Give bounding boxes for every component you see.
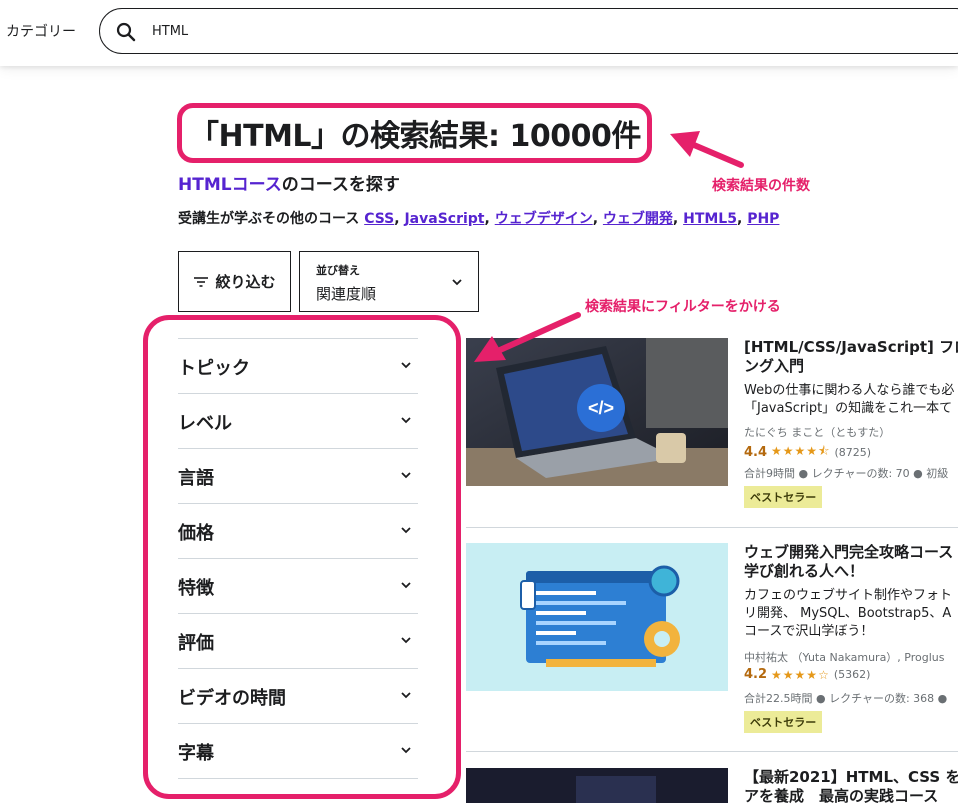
explore-suffix: のコースを探す [281, 175, 400, 195]
facet-language[interactable]: 言語 [178, 448, 418, 503]
search-bar[interactable] [99, 8, 958, 54]
related-topic-javascript[interactable]: JavaScript [404, 211, 484, 227]
course-rating: 4.4 ★★★★⯪ (8725) [744, 442, 871, 463]
course-rating: 4.2 ★★★★☆ (5362) [744, 667, 870, 682]
chevron-down-icon [401, 692, 411, 699]
facet-label: 価格 [178, 523, 214, 544]
course-thumbnail[interactable] [466, 768, 728, 803]
course-thumbnail[interactable]: </> [466, 338, 728, 486]
course-thumbnail[interactable] [466, 543, 728, 691]
annotation-result-count: 検索結果の件数 [712, 178, 810, 194]
course-meta: 合計9時間 ● レクチャーの数: 70 ● 初級 [744, 467, 949, 480]
course-card[interactable]: </> [HTML/CSS/JavaScript] フロ ング入門 Webの仕事… [466, 338, 958, 518]
explore-topic-link[interactable]: HTMLコース [178, 175, 282, 195]
facet-label: レベル [178, 413, 232, 434]
explore-heading: HTMLコースのコースを探す [178, 170, 400, 195]
sort-label: 並び替え [316, 264, 360, 277]
course-desc-line: 「JavaScript」の知識をこれ一本て [744, 401, 953, 416]
course-desc-line: リ開発、 MySQL、Bootstrap5、A [744, 606, 952, 621]
arrow-to-title-icon [670, 131, 744, 168]
course-meta: 合計22.5時間 ● レクチャーの数: 368 ● [744, 692, 948, 705]
chevron-down-icon [401, 472, 411, 479]
related-topic-web-design[interactable]: ウェブデザイン [495, 211, 593, 227]
course-instructor: たにぐち まこと（ともすた） [744, 426, 891, 439]
filter-button-label: 絞り込む [215, 273, 276, 291]
rating-stars-icon: ★★★★☆ [771, 667, 830, 682]
rating-value: 4.2 [744, 667, 768, 682]
rating-value: 4.4 [744, 445, 768, 460]
course-desc-line: カフェのウェブサイト制作やフォト [744, 588, 953, 603]
course-divider [466, 527, 958, 528]
course-thumbnail-image-icon [466, 768, 728, 803]
course-description: カフェのウェブサイト制作やフォト リ開発、 MySQL、Bootstrap5、A… [744, 587, 952, 641]
bestseller-badge: ベストセラー [744, 711, 823, 733]
search-input[interactable] [152, 19, 752, 43]
chevron-down-icon [401, 417, 411, 424]
filter-button[interactable]: 絞り込む [178, 251, 291, 312]
facet-label: 字幕 [178, 743, 214, 764]
rating-stars-icon: ★★★★⯪ [771, 444, 831, 458]
course-desc-line: コースで沢山学ぼう！ [744, 624, 874, 639]
facet-price[interactable]: 価格 [178, 503, 418, 558]
sort-dropdown[interactable]: 並び替え 関連度順 [299, 251, 479, 312]
course-title[interactable]: ウェブ開発入門完全攻略コース 学び創れる人へ！ [744, 543, 953, 581]
facet-label: ビデオの時間 [178, 688, 286, 709]
course-title-line: ウェブ開発入門完全攻略コース [744, 543, 954, 561]
sort-value: 関連度順 [316, 285, 377, 303]
filter-icon [194, 276, 209, 287]
course-card[interactable]: ウェブ開発入門完全攻略コース 学び創れる人へ！ カフェのウェブサイト制作やフォト… [466, 543, 958, 733]
course-title-line: ング入門 [744, 357, 805, 375]
course-title-line: 【最新2021】HTML、CSS を [744, 768, 958, 786]
course-title-line: アを養成 最高の実践コース [744, 787, 939, 805]
chevron-down-icon [401, 582, 411, 589]
facet-level[interactable]: レベル [178, 393, 418, 448]
course-title-line: 学び創れる人へ！ [744, 562, 865, 580]
bestseller-badge: ベストセラー [744, 486, 823, 508]
search-icon[interactable] [114, 20, 138, 44]
related-topic-css[interactable]: CSS [364, 211, 394, 227]
facet-topic[interactable]: トピック [178, 338, 418, 393]
page-title: 「HTML」の検索結果: 10000件 [189, 119, 641, 154]
related-prefix: 受講生が学ぶその他のコース [178, 211, 360, 227]
top-header: カテゴリー [0, 0, 958, 66]
svg-text:</>: </> [588, 398, 614, 418]
rating-count: (8725) [834, 446, 872, 459]
laptop-code-thumbnail-icon: </> [466, 338, 728, 486]
categories-menu[interactable]: カテゴリー [6, 21, 76, 41]
related-topic-php[interactable]: PHP [747, 211, 779, 227]
facet-features[interactable]: 特徴 [178, 558, 418, 613]
course-desc-line: Webの仕事に関わる人なら誰でも必 [744, 383, 955, 398]
chevron-down-icon [401, 527, 411, 534]
facet-label: トピック [178, 358, 250, 379]
facet-label: 言語 [178, 468, 214, 489]
facet-label: 特徴 [178, 578, 214, 599]
facet-video-duration[interactable]: ビデオの時間 [178, 668, 418, 723]
related-topic-web-dev[interactable]: ウェブ開発 [603, 211, 673, 227]
code-editor-thumbnail-icon [466, 543, 728, 691]
facet-subtitles[interactable]: 字幕 [178, 723, 418, 779]
course-description: Webの仕事に関わる人なら誰でも必 「JavaScript」の知識をこれ一本て [744, 382, 954, 418]
course-title[interactable]: 【最新2021】HTML、CSS を アを養成 最高の実践コース [744, 768, 958, 806]
related-topics: 受講生が学ぶその他のコース CSS, JavaScript, ウェブデザイン, … [178, 211, 780, 227]
rating-count: (5362) [833, 668, 871, 681]
chevron-down-icon [401, 637, 411, 644]
related-topic-html5[interactable]: HTML5 [683, 211, 737, 227]
course-title[interactable]: [HTML/CSS/JavaScript] フロ ング入門 [744, 338, 958, 376]
course-instructor: 中村祐太 （Yuta Nakamura）, Proglus [744, 651, 945, 664]
annotation-filter: 検索結果にフィルターをかける [585, 299, 781, 315]
filter-sidebar: トピック レベル 言語 価格 特徴 評価 ビデオの時間 字幕 [178, 338, 418, 779]
facet-label: 評価 [178, 633, 214, 654]
chevron-down-icon [452, 279, 462, 286]
facet-rating[interactable]: 評価 [178, 613, 418, 668]
chevron-down-icon [401, 362, 411, 369]
chevron-down-icon [401, 747, 411, 754]
course-divider [466, 751, 958, 752]
course-card[interactable]: 【最新2021】HTML、CSS を アを養成 最高の実践コース [466, 768, 958, 806]
course-title-line: [HTML/CSS/JavaScript] フロ [744, 338, 958, 356]
